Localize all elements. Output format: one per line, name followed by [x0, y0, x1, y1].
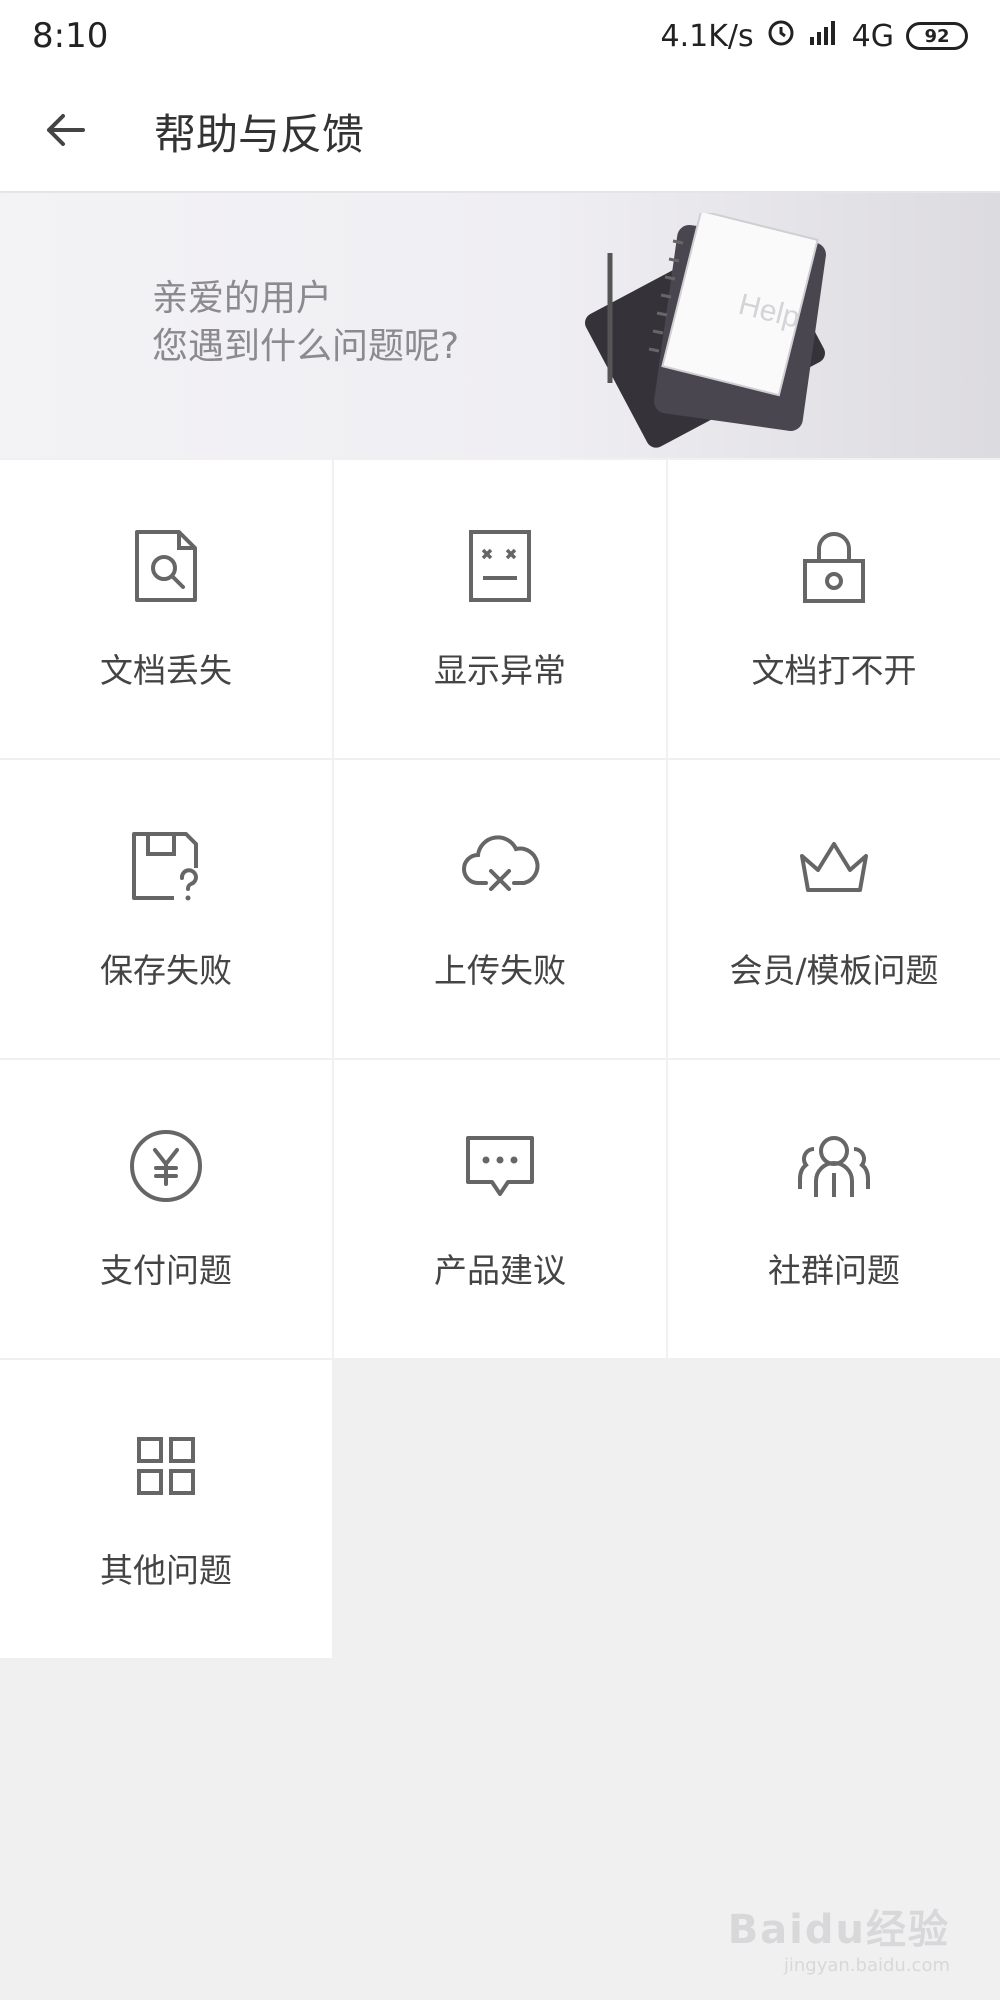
help-banner: 亲爱的用户 您遇到什么问题呢? Help [0, 193, 1000, 458]
status-indicators: 4.1K/s 4G 92 [661, 17, 968, 55]
topic-community[interactable]: 社群问题 [668, 1060, 1000, 1358]
topic-document-lost[interactable]: 文档丢失 [0, 460, 332, 758]
topic-label: 会员/模板问题 [729, 951, 939, 990]
topic-label: 支付问题 [100, 1251, 232, 1290]
alarm-icon [766, 17, 796, 55]
help-topic-grid: 文档丢失 显示异常 文档打不开 保存失败 上传失败 会员/模板问题 支付问题 产… [0, 460, 1000, 1658]
document-error-icon [460, 526, 540, 606]
baidu-watermark: Baidu经验 jingyan.baidu.com [728, 1897, 950, 1976]
watermark-sub: jingyan.baidu.com [783, 1955, 950, 1976]
topic-display-error[interactable]: 显示异常 [334, 460, 666, 758]
chat-bubble-icon [460, 1126, 540, 1206]
network-type: 4G [851, 18, 894, 54]
crown-icon [794, 826, 874, 906]
status-bar: 8:10 4.1K/s 4G 92 [0, 0, 1000, 72]
yen-icon [126, 1126, 206, 1206]
back-button[interactable] [0, 72, 130, 192]
battery-icon: 92 [906, 22, 968, 50]
topic-label: 其他问题 [100, 1551, 232, 1590]
arrow-left-icon [43, 108, 87, 156]
banner-line-2: 您遇到什么问题呢? [152, 326, 460, 367]
lock-icon [794, 526, 874, 606]
watermark-main: Baidu经验 [727, 1907, 950, 1953]
topic-label: 上传失败 [434, 951, 566, 990]
page-title: 帮助与反馈 [154, 110, 365, 159]
banner-text: 亲爱的用户 您遇到什么问题呢? [152, 275, 459, 371]
status-time: 8:10 [32, 16, 109, 56]
community-icon [794, 1126, 874, 1206]
topic-label: 产品建议 [434, 1251, 566, 1290]
signal-icon [808, 17, 840, 55]
topic-label: 文档打不开 [751, 651, 917, 690]
topic-membership-template[interactable]: 会员/模板问题 [668, 760, 1000, 1058]
topic-save-failed[interactable]: 保存失败 [0, 760, 332, 1058]
topic-label: 显示异常 [434, 651, 566, 690]
topic-other[interactable]: 其他问题 [0, 1360, 332, 1658]
topic-document-cannot-open[interactable]: 文档打不开 [668, 460, 1000, 758]
topic-label: 社群问题 [768, 1251, 900, 1290]
notebook-illustration: Help [555, 209, 855, 457]
app-bar: 帮助与反馈 [0, 72, 1000, 192]
topic-label: 保存失败 [100, 951, 232, 990]
document-search-icon [126, 526, 206, 606]
cloud-error-icon [460, 826, 540, 906]
topic-upload-failed[interactable]: 上传失败 [334, 760, 666, 1058]
battery-level: 92 [924, 25, 950, 47]
grid-icon [126, 1426, 206, 1506]
topic-label: 文档丢失 [100, 651, 232, 690]
topic-product-suggestion[interactable]: 产品建议 [334, 1060, 666, 1358]
topic-payment[interactable]: 支付问题 [0, 1060, 332, 1358]
network-speed: 4.1K/s [660, 18, 754, 54]
save-question-icon [126, 826, 206, 906]
banner-line-1: 亲爱的用户 [152, 278, 333, 319]
